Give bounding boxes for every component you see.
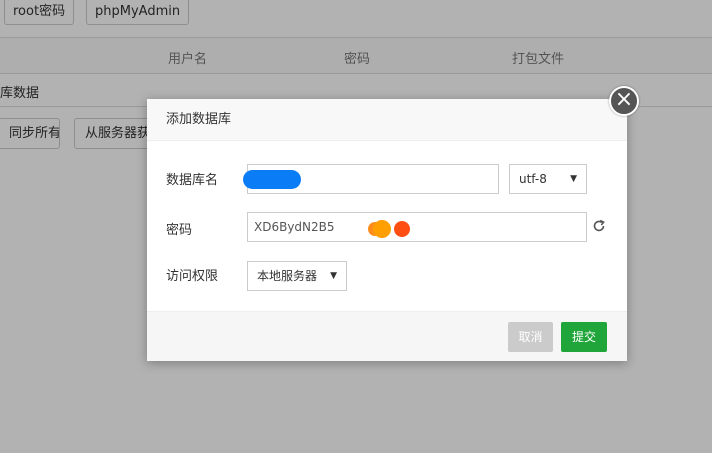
add-database-dialog: 添加数据库 数据库名 utf-8 ▼ 密码 XD6BydN2B5 访问权限 本地… xyxy=(147,99,627,361)
dialog-title: 添加数据库 xyxy=(147,99,627,141)
caret-down-icon: ▼ xyxy=(330,271,337,281)
access-label: 访问权限 xyxy=(166,269,219,284)
db-name-label: 数据库名 xyxy=(166,173,219,188)
refresh-icon[interactable] xyxy=(592,219,606,233)
redaction-orange-mark xyxy=(368,220,410,238)
submit-button[interactable]: 提交 xyxy=(561,322,607,352)
password-input[interactable]: XD6BydN2B5 xyxy=(247,212,587,242)
access-select[interactable]: 本地服务器 ▼ xyxy=(247,261,347,291)
cancel-button[interactable]: 取消 xyxy=(508,322,553,352)
access-value: 本地服务器 xyxy=(257,269,318,283)
password-label: 密码 xyxy=(166,223,193,238)
redaction-blue-mark xyxy=(243,170,301,189)
close-icon[interactable]: × xyxy=(609,86,639,116)
charset-select[interactable]: utf-8 ▼ xyxy=(509,164,587,194)
dialog-footer: 取消 提交 xyxy=(147,311,627,361)
password-value: XD6BydN2B5 xyxy=(254,220,335,234)
charset-value: utf-8 xyxy=(519,172,547,186)
caret-down-icon: ▼ xyxy=(570,174,577,184)
